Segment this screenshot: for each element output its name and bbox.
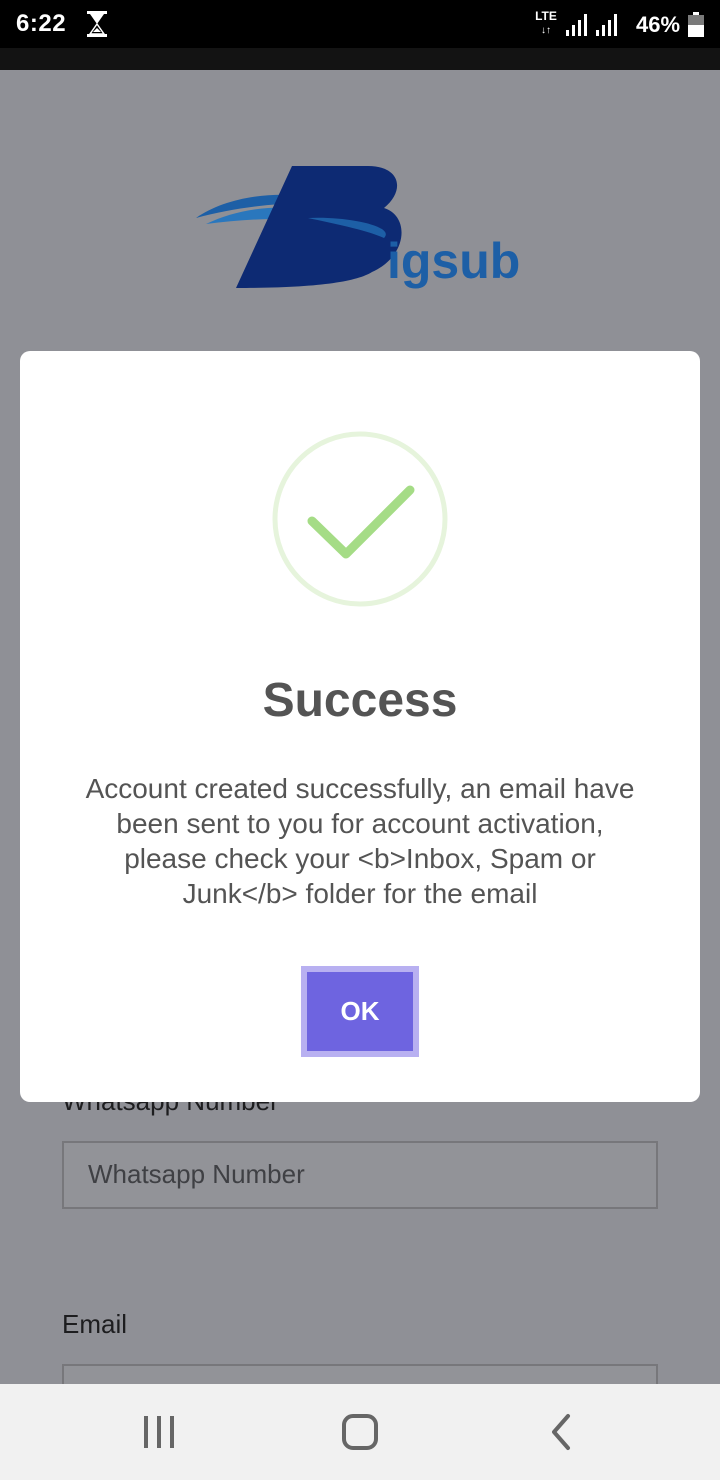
svg-text:igsub: igsub [387,233,520,289]
signal-icon [566,14,587,36]
whatsapp-number-input[interactable]: Whatsapp Number [62,1141,658,1209]
whatsapp-number-placeholder: Whatsapp Number [88,1159,305,1189]
status-bar: 6:22 LTE ↓↑ 46% [0,0,720,48]
ok-button-focus-ring: OK [301,966,419,1057]
lte-icon: LTE ↓↑ [535,9,557,37]
app-header-band [0,48,720,70]
email-label: Email [62,1309,128,1339]
dialog-message: Account created successfully, an email h… [85,773,635,909]
network-type: LTE [535,9,557,23]
bigsub-logo: igsub [196,166,520,289]
dialog-title: Success [262,674,458,727]
success-dialog: Success Account created successfully, an… [20,351,700,1102]
checkmark-circle-icon [272,431,448,607]
back-icon[interactable] [538,1408,586,1456]
navigation-bar [0,1384,720,1480]
status-time: 6:22 [16,10,67,37]
ok-button[interactable]: OK [307,972,413,1051]
signal-icon [596,14,617,36]
recents-icon[interactable] [135,1408,183,1456]
home-icon[interactable] [336,1408,384,1456]
battery-percentage: 46% [636,12,681,37]
battery-icon [688,12,704,37]
hourglass-icon [87,11,107,37]
